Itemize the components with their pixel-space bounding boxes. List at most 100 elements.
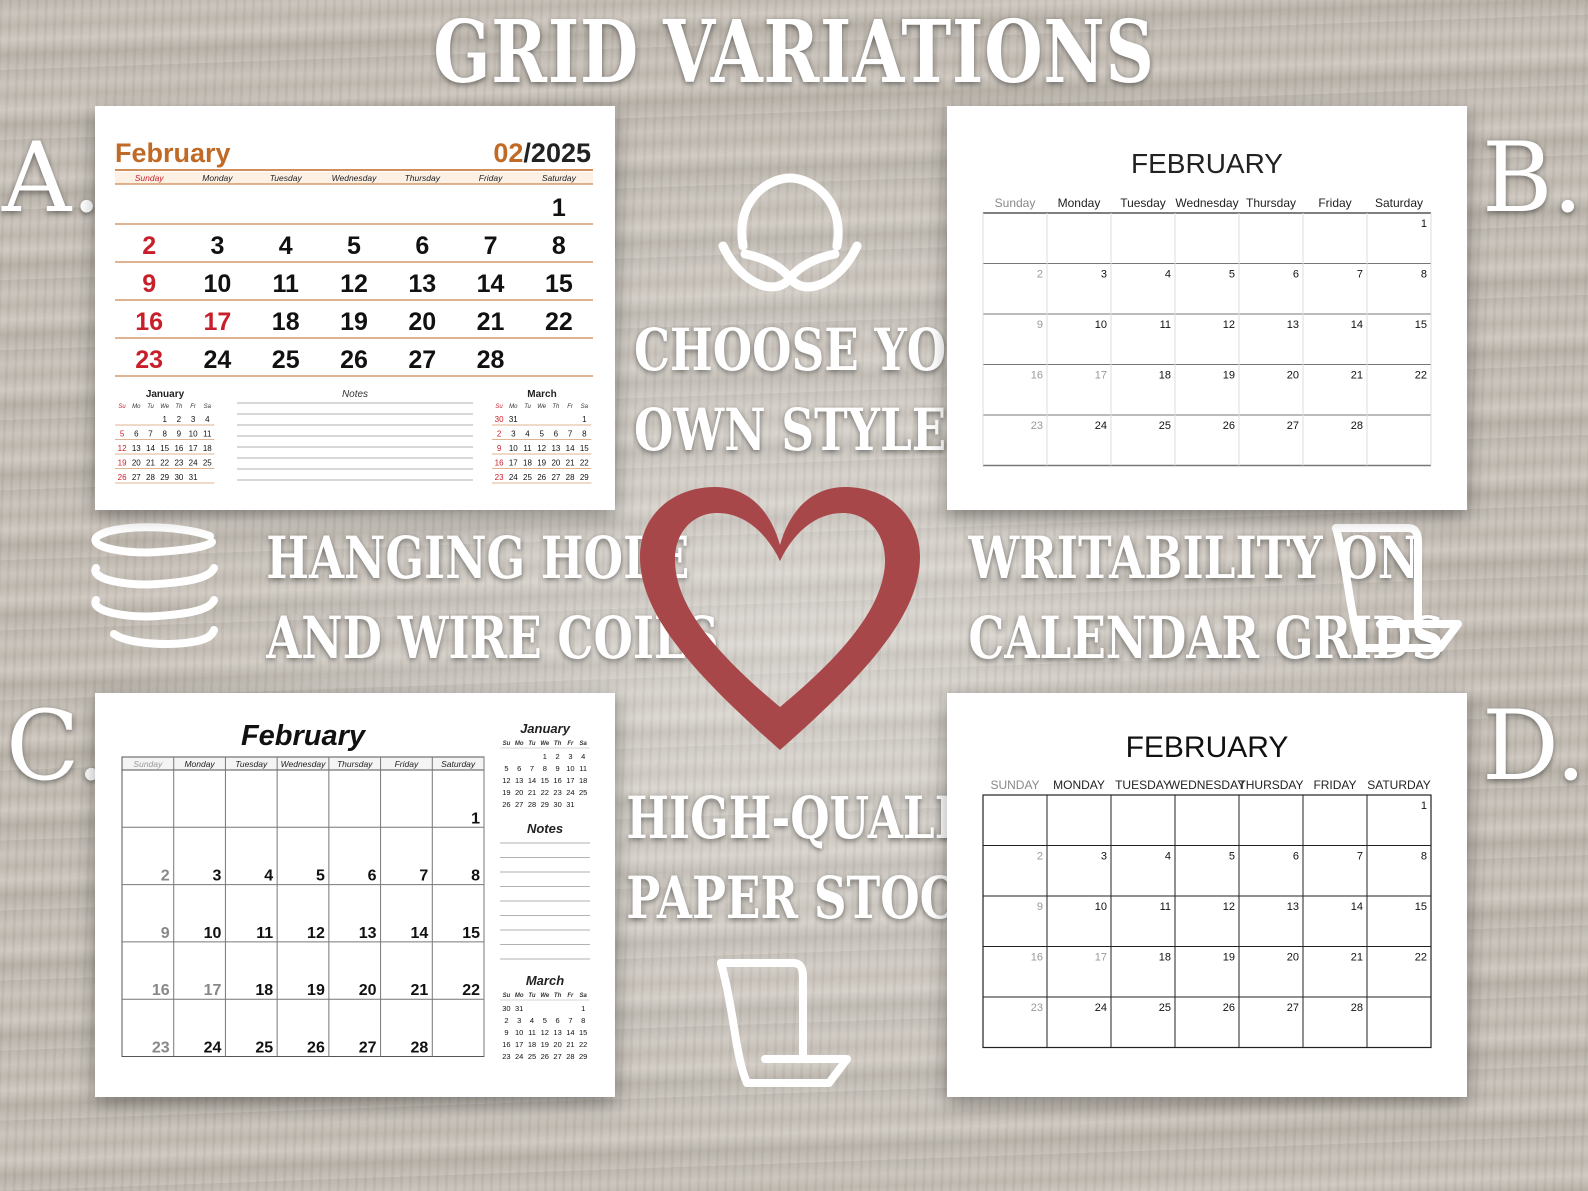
heart-icon xyxy=(640,487,920,750)
mini-day: 27 xyxy=(515,800,523,809)
day-cell: 22 xyxy=(462,982,480,999)
mini-day: 1 xyxy=(582,415,587,424)
day-cell: 11 xyxy=(256,925,273,942)
mini-day: 15 xyxy=(541,776,549,785)
day-cell: 24 xyxy=(1095,1002,1107,1014)
feature-paper-line1: HIGH-QUALITY xyxy=(626,784,1022,852)
mini-day: 28 xyxy=(566,1052,574,1061)
day-cell: 27 xyxy=(1287,420,1299,432)
mini-weekday: Th xyxy=(175,404,183,410)
day-cell: 25 xyxy=(1159,1002,1171,1014)
mini-day: 24 xyxy=(509,473,518,482)
mini-day: 15 xyxy=(579,1028,587,1037)
feature-hanging-line2: AND WIRE COILS xyxy=(266,604,719,672)
mini-day: 13 xyxy=(553,1028,561,1037)
mini-day: 26 xyxy=(118,473,127,482)
mini-day: 6 xyxy=(554,430,559,439)
mini-day: 28 xyxy=(528,800,536,809)
day-cell: 12 xyxy=(1223,319,1235,331)
day-cell: 7 xyxy=(1357,851,1363,863)
mini-day: 21 xyxy=(528,788,536,797)
mini-day: 24 xyxy=(566,788,574,797)
paper-sheet-icon xyxy=(717,959,851,1087)
mini-day: 17 xyxy=(189,444,198,453)
day-cell: 3 xyxy=(1101,851,1107,863)
day-cell: 14 xyxy=(410,925,428,942)
day-cell: 13 xyxy=(359,925,377,942)
mini-day: 29 xyxy=(579,1052,587,1061)
weekday-header: Wednesday xyxy=(281,759,326,769)
calendar-card-c: February Sunday Monday Tuesday Wednesday Thu… xyxy=(95,693,615,1097)
weekday-header: MONDAY xyxy=(1053,778,1105,792)
coil-icon xyxy=(91,523,218,648)
day-cell: 21 xyxy=(410,982,428,999)
day-cell: 26 xyxy=(1223,1002,1235,1014)
mini-day: 26 xyxy=(541,1052,549,1061)
mini-day: 16 xyxy=(502,1040,510,1049)
lotus-icon xyxy=(718,173,862,292)
day-cell: 17 xyxy=(1095,952,1107,964)
mini-day: 17 xyxy=(509,459,518,468)
mini-weekday: We xyxy=(540,993,550,999)
mini-day: 18 xyxy=(528,1040,536,1049)
feature-style-line2: OWN STYLE xyxy=(634,396,947,464)
weekday-header: Monday xyxy=(202,173,233,183)
mini-day: 23 xyxy=(174,459,183,468)
day-cell: 23 xyxy=(135,346,163,374)
day-cell: 21 xyxy=(1351,952,1363,964)
mini-day: 26 xyxy=(502,800,510,809)
day-cell: 7 xyxy=(419,868,428,885)
day-cell: 18 xyxy=(1159,952,1171,964)
mini-day: 24 xyxy=(515,1052,523,1061)
mini-weekday: Sa xyxy=(580,993,588,999)
mini-day: 25 xyxy=(523,473,532,482)
mini-weekday: Fr xyxy=(567,993,574,999)
day-cell: 21 xyxy=(477,308,505,336)
day-cell: 25 xyxy=(255,1040,273,1057)
paper-sheet-icon xyxy=(1332,524,1462,652)
label-b: B. xyxy=(1482,122,1584,234)
day-cell: 3 xyxy=(210,232,224,260)
feature-writability-line2: CALENDAR GRIDS xyxy=(968,604,1445,672)
mini-weekday: Th xyxy=(552,404,560,410)
mini-day: 22 xyxy=(541,788,549,797)
mini-day: 19 xyxy=(118,459,127,468)
mini-weekday: Fr xyxy=(567,404,574,410)
mini-weekday: Mo xyxy=(509,404,518,410)
feature-style: CHOOSE YOUR OWN STYLE xyxy=(634,310,1023,470)
day-cell: 8 xyxy=(1421,851,1427,863)
mini-weekday: Th xyxy=(554,741,562,747)
day-cell: 9 xyxy=(161,925,170,942)
mini-day: 21 xyxy=(566,459,575,468)
day-cell: 12 xyxy=(307,925,325,942)
mini-day: 11 xyxy=(523,444,532,453)
weekday-header: Friday xyxy=(1318,196,1351,210)
month-title: February xyxy=(115,138,231,168)
mini-day: 2 xyxy=(504,1016,508,1025)
day-cell: 10 xyxy=(1095,319,1107,331)
day-cell: 5 xyxy=(1229,851,1235,863)
day-cell: 24 xyxy=(204,346,232,374)
day-cell: 5 xyxy=(1229,269,1235,281)
mini-day: 30 xyxy=(495,415,504,424)
mini-day: 16 xyxy=(174,444,183,453)
day-cell: 23 xyxy=(152,1040,170,1057)
month-title: February xyxy=(241,720,367,752)
mini-month-january: January xyxy=(146,389,185,400)
mini-day: 24 xyxy=(189,459,198,468)
day-cell: 16 xyxy=(1031,370,1043,382)
mini-weekday: Tu xyxy=(528,741,536,747)
mini-day: 30 xyxy=(553,800,561,809)
mini-day: 22 xyxy=(160,459,169,468)
mini-day: 18 xyxy=(203,444,212,453)
mini-day: 15 xyxy=(580,444,589,453)
calendar-a: February 02/2025 Sunday Monday Tuesday Wedn… xyxy=(115,138,593,484)
mini-day: 23 xyxy=(502,1052,510,1061)
day-cell: 8 xyxy=(1421,269,1427,281)
day-cell: 28 xyxy=(1351,420,1363,432)
day-cell: 27 xyxy=(359,1040,377,1057)
mini-weekday: Su xyxy=(503,993,511,999)
day-cell: 19 xyxy=(1223,952,1235,964)
calendar-b: FEBRUARY Sunday Monday Tuesday Wednesday Thu… xyxy=(982,148,1432,467)
mini-day: 22 xyxy=(579,1040,587,1049)
